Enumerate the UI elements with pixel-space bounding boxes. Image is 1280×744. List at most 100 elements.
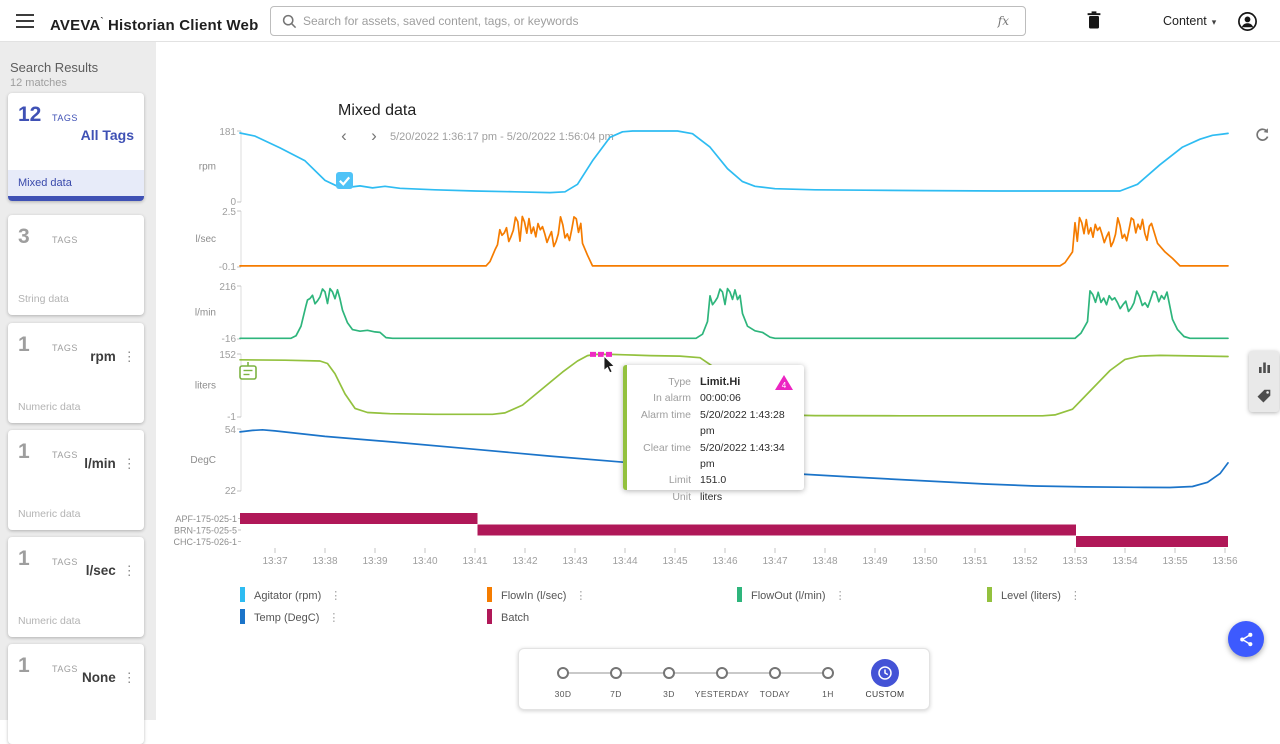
x-tick-label: 13:38 (312, 556, 337, 567)
tag-group-card[interactable]: 1TAGSrpm ⋮Numeric data (8, 323, 144, 423)
tag-count: 3 (18, 225, 30, 249)
tag-count-label: TAGS (52, 113, 78, 123)
app-title: AVEVA` Historian Client Web (50, 0, 258, 47)
tooltip-label: Type (633, 374, 691, 390)
tag-count-label: TAGS (52, 343, 78, 353)
x-tick-label: 13:44 (612, 556, 637, 567)
trash-icon[interactable] (1086, 11, 1102, 30)
tooltip-value: liters (700, 489, 722, 505)
y-axis-max-label: 54 (225, 425, 237, 436)
tag-group-card[interactable]: 3TAGSString data (8, 215, 144, 315)
account-icon[interactable] (1238, 12, 1257, 31)
batch-bar[interactable] (1076, 536, 1228, 547)
tag-group-subtitle: Numeric data (18, 508, 80, 520)
legend-swatch (737, 587, 742, 602)
tag-count: 1 (18, 333, 30, 357)
x-tick-label: 13:41 (462, 556, 487, 567)
tag-group-subtitle: Numeric data (18, 615, 80, 627)
checkbox-annotation-icon[interactable] (336, 172, 353, 189)
legend-item[interactable]: FlowIn (l/sec)⋮ (487, 586, 586, 602)
tag-group-title[interactable]: None ⋮ (82, 670, 136, 686)
legend-item[interactable]: Level (liters)⋮ (987, 586, 1081, 602)
kebab-menu-icon[interactable]: ⋮ (1070, 590, 1081, 602)
tooltip-label: In alarm (633, 390, 691, 406)
chevron-down-icon: ▾ (1212, 17, 1217, 27)
tag-group-title[interactable]: l/min ⋮ (84, 456, 136, 472)
kebab-menu-icon[interactable]: ⋮ (119, 456, 136, 471)
kebab-menu-icon[interactable]: ⋮ (328, 612, 339, 624)
tag-group-card[interactable]: 1TAGSl/min ⋮Numeric data (8, 430, 144, 530)
x-tick-label: 13:52 (1012, 556, 1037, 567)
tooltip-row: Unitliters (633, 489, 794, 505)
series-line-flowin (240, 217, 1228, 266)
batch-bar[interactable] (478, 525, 1077, 536)
kebab-menu-icon[interactable]: ⋮ (330, 590, 341, 602)
tooltip-value: 5/20/2022 1:43:34 pm (700, 440, 794, 473)
alarm-tooltip: TypeLimit.HiIn alarm00:00:06Alarm time5/… (623, 365, 804, 490)
y-axis-min-label: -1 (227, 412, 236, 423)
tooltip-value: 151.0 (700, 472, 726, 488)
menu-icon[interactable] (16, 14, 34, 28)
chart-tools-panel (1249, 351, 1279, 412)
axis-unit-label: l/sec (195, 234, 216, 245)
x-tick-label: 13:54 (1112, 556, 1137, 567)
search-results-sidebar: Search Results 12 matches 12TAGSAll Tags… (0, 42, 156, 720)
legend-item[interactable]: FlowOut (l/min)⋮ (737, 586, 846, 602)
tooltip-row: TypeLimit.Hi (633, 374, 794, 390)
tooltip-value: 00:00:06 (700, 390, 741, 406)
kebab-menu-icon[interactable]: ⋮ (575, 590, 586, 602)
all-tags-link[interactable]: All Tags (81, 127, 134, 143)
legend-item[interactable]: Temp (DegC)⋮ (240, 608, 339, 624)
tag-count-label: TAGS (52, 450, 78, 460)
chart-type-button[interactable] (1249, 351, 1279, 381)
range-option-dot-1h[interactable] (822, 667, 834, 679)
note-annotation-icon[interactable] (240, 362, 256, 379)
tags-button[interactable] (1249, 381, 1279, 411)
search-input[interactable] (303, 8, 943, 34)
tag-icon (1256, 388, 1272, 404)
tag-group-title[interactable]: l/sec ⋮ (86, 563, 136, 579)
share-button[interactable] (1228, 621, 1264, 657)
expression-fx-button[interactable]: fx (998, 14, 1009, 28)
tooltip-row: Limit151.0 (633, 472, 794, 488)
tag-group-card[interactable]: 1TAGSl/sec ⋮Numeric data (8, 537, 144, 637)
range-option-dot-yesterday[interactable] (716, 667, 728, 679)
range-option-custom[interactable] (871, 659, 899, 687)
range-option-dot-30d[interactable] (557, 667, 569, 679)
top-app-bar: AVEVA` Historian Client Web fx Content▾ (0, 0, 1280, 42)
x-tick-label: 13:46 (712, 556, 737, 567)
tag-group-title[interactable]: rpm ⋮ (90, 349, 136, 365)
clock-icon (877, 665, 893, 681)
tooltip-row: Clear time5/20/2022 1:43:34 pm (633, 440, 794, 473)
tag-count: 12 (18, 103, 41, 127)
legend-item[interactable]: Batch (487, 608, 529, 624)
axis-unit-label: rpm (199, 162, 216, 173)
search-icon (282, 14, 297, 29)
kebab-menu-icon[interactable]: ⋮ (119, 670, 136, 685)
selected-content-item[interactable]: Mixed data (8, 170, 144, 196)
kebab-menu-icon[interactable]: ⋮ (119, 349, 136, 364)
legend-swatch (987, 587, 992, 602)
x-tick-label: 13:45 (662, 556, 687, 567)
kebab-menu-icon[interactable]: ⋮ (119, 563, 136, 578)
x-tick-label: 13:43 (562, 556, 587, 567)
legend-swatch (240, 609, 245, 624)
tag-group-card[interactable]: 1TAGSNone ⋮ (8, 644, 144, 744)
x-tick-label: 13:39 (362, 556, 387, 567)
range-option-dot-today[interactable] (769, 667, 781, 679)
x-tick-label: 13:42 (512, 556, 537, 567)
range-option-dot-7d[interactable] (610, 667, 622, 679)
y-axis-min-label: 22 (225, 486, 237, 497)
axis-unit-label: DegC (190, 455, 216, 466)
range-option-label-custom[interactable]: CUSTOM (840, 689, 930, 699)
legend-swatch (487, 587, 492, 602)
batch-bar[interactable] (240, 513, 478, 524)
tag-group-card[interactable]: 12 TAGSAll Tags Mixed data (8, 93, 144, 201)
legend-item[interactable]: Agitator (rpm)⋮ (240, 586, 341, 602)
range-option-dot-3d[interactable] (663, 667, 675, 679)
content-dropdown[interactable]: Content▾ (1163, 0, 1216, 43)
x-tick-label: 13:55 (1162, 556, 1187, 567)
kebab-menu-icon[interactable]: ⋮ (835, 590, 846, 602)
bar-chart-icon (1257, 359, 1272, 374)
axis-unit-label: l/min (195, 308, 216, 319)
